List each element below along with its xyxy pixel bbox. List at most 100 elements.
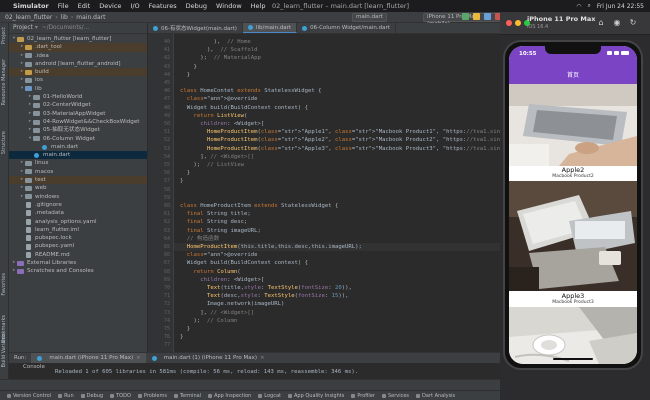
line-number[interactable]: 43: [164, 63, 170, 71]
run-configuration-select[interactable]: main.dart: [352, 13, 387, 22]
project-tree-item[interactable]: learn_flutter.iml: [9, 226, 147, 234]
line-number[interactable]: 55: [164, 161, 170, 169]
project-tree-item[interactable]: .metadata: [9, 209, 147, 217]
line-number[interactable]: 62: [164, 218, 170, 226]
tool-window-button[interactable]: TODO: [110, 393, 131, 399]
tool-window-button[interactable]: App Quality Insights: [287, 393, 344, 399]
tool-window-button[interactable]: Dart Analysis: [416, 393, 455, 399]
line-number[interactable]: 67: [164, 259, 170, 267]
screenshot-icon[interactable]: ◉: [612, 18, 622, 28]
stripe-favorites-tab[interactable]: Favorites: [1, 273, 7, 296]
project-tree-item[interactable]: ▸ Scratches and Consoles: [9, 267, 147, 275]
line-number[interactable]: 68: [164, 268, 170, 276]
line-number[interactable]: 53: [164, 145, 170, 153]
project-tree-item[interactable]: ▸ test: [9, 176, 147, 185]
line-number[interactable]: 63: [164, 227, 170, 235]
menu-features[interactable]: Features: [149, 2, 177, 10]
project-tree-item[interactable]: ▸ External Libraries: [9, 259, 147, 267]
line-number[interactable]: 50: [164, 120, 170, 128]
project-tree-item[interactable]: .gitignore: [9, 201, 147, 209]
line-number[interactable]: 56: [164, 169, 170, 177]
menu-edit[interactable]: Edit: [78, 2, 91, 10]
menu-device[interactable]: Device: [99, 2, 121, 10]
tool-window-button[interactable]: Version Control: [7, 393, 51, 399]
line-number[interactable]: 59: [164, 194, 170, 202]
editor-tab[interactable]: 06-有状态Widget(main.dart): [148, 23, 243, 33]
project-tree-item[interactable]: README.md: [9, 251, 147, 259]
project-tree-item[interactable]: pubspec.yaml: [9, 242, 147, 250]
line-number[interactable]: 76: [164, 333, 170, 341]
line-number[interactable]: 42: [164, 54, 170, 62]
tool-window-button[interactable]: Problems: [137, 393, 167, 399]
project-view-select[interactable]: Project: [13, 25, 33, 31]
menubar-clock[interactable]: Fri Jun 24 22:55: [597, 3, 644, 10]
project-tree-item[interactable]: ▸ windows: [9, 193, 147, 201]
tool-window-button[interactable]: Debug: [80, 393, 103, 399]
rotate-icon[interactable]: ↻: [628, 18, 638, 28]
line-number[interactable]: 74: [164, 317, 170, 325]
project-tree-item[interactable]: ▸ macos: [9, 168, 147, 176]
project-tree-item[interactable]: ▸ ios: [9, 76, 147, 84]
menu-file[interactable]: File: [58, 2, 69, 10]
project-tree-item[interactable]: ▸ linux: [9, 159, 147, 167]
close-window-button[interactable]: [506, 20, 512, 26]
menu-io[interactable]: I/O: [130, 2, 139, 10]
line-number[interactable]: 52: [164, 136, 170, 144]
stripe-project-tab[interactable]: Project: [1, 27, 7, 44]
tool-window-button[interactable]: Run: [58, 393, 74, 399]
project-tree-item[interactable]: pubspec.lock: [9, 234, 147, 242]
stripe-structure-tab[interactable]: Structure: [1, 131, 7, 154]
menu-debug[interactable]: Debug: [186, 2, 207, 10]
minimize-window-button[interactable]: [515, 20, 521, 26]
project-tree-item[interactable]: main.dart: [9, 151, 147, 160]
line-number[interactable]: 61: [164, 210, 170, 218]
line-number[interactable]: 73: [164, 309, 170, 317]
line-number[interactable]: 69: [164, 276, 170, 284]
tool-window-button[interactable]: Profiler: [351, 393, 375, 399]
debug-icon[interactable]: [484, 13, 491, 20]
project-tree-item[interactable]: ▸ .dart_tool: [9, 43, 147, 52]
project-tree-item[interactable]: ▸ .idea: [9, 52, 147, 60]
menu-help[interactable]: Help: [251, 2, 266, 10]
search-icon[interactable]: ⌕: [587, 2, 590, 10]
line-number[interactable]: 58: [164, 186, 170, 194]
line-number[interactable]: 51: [164, 128, 170, 136]
menu-app-name[interactable]: Simulator: [13, 2, 49, 10]
breadcrumb-lib[interactable]: lib: [61, 14, 68, 21]
line-number[interactable]: 44: [164, 71, 170, 79]
line-number[interactable]: 49: [164, 112, 170, 120]
line-number[interactable]: 46: [164, 87, 170, 95]
project-tree-item[interactable]: ▸ web: [9, 184, 147, 192]
line-number[interactable]: 47: [164, 95, 170, 103]
project-tree-item[interactable]: ▸ 01-HelloWorld: [9, 93, 147, 101]
project-tree-item[interactable]: ▾ 02_learn_flutter [learn_flutter]: [9, 35, 147, 43]
project-tree-item[interactable]: ▸ 02-CenterWidget: [9, 101, 147, 109]
run-icon[interactable]: [462, 13, 469, 20]
tool-window-button[interactable]: Terminal: [173, 393, 201, 399]
line-number[interactable]: 48: [164, 104, 170, 112]
line-number[interactable]: 40: [164, 38, 170, 46]
close-icon[interactable]: ×: [136, 355, 141, 361]
line-number[interactable]: 72: [164, 300, 170, 308]
line-number[interactable]: 75: [164, 325, 170, 333]
run-tab[interactable]: main.dart (1) (iPhone 11 Pro Max) ×: [146, 355, 270, 361]
code-editor[interactable]: ), // Home ), // Scaffold ); // Material…: [174, 34, 500, 352]
editor-tab[interactable]: 06-Column Widget/main.dart: [297, 23, 396, 33]
line-number[interactable]: 57: [164, 177, 170, 185]
line-number[interactable]: 45: [164, 79, 170, 87]
line-number[interactable]: 54: [164, 153, 170, 161]
project-tree-item[interactable]: ▸ 05-抽取无状态Widget: [9, 126, 147, 134]
chevron-down-icon[interactable]: ▾: [35, 25, 38, 31]
editor-tab-active[interactable]: lib/main.dart: [242, 23, 298, 33]
close-icon[interactable]: ×: [260, 355, 265, 361]
wifi-icon[interactable]: ◠: [576, 3, 581, 10]
line-number[interactable]: 60: [164, 202, 170, 210]
console-tab[interactable]: Console: [23, 364, 45, 370]
project-tree-item[interactable]: ▸ android [learn_flutter_android]: [9, 60, 147, 68]
tool-window-button[interactable]: App Inspection: [208, 393, 251, 399]
tool-window-button[interactable]: Logcat: [258, 393, 281, 399]
line-number[interactable]: 70: [164, 284, 170, 292]
project-tree-item[interactable]: ▸ 03-MaterialAppWidget: [9, 110, 147, 118]
project-tree-item[interactable]: ▾ 06-Column Widget: [9, 135, 147, 143]
run-tab-active[interactable]: main.dart (iPhone 11 Pro Max) ×: [31, 352, 146, 364]
